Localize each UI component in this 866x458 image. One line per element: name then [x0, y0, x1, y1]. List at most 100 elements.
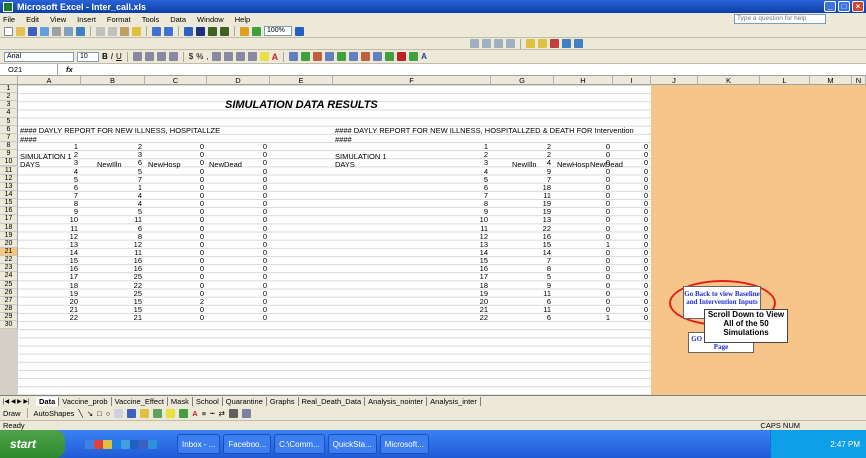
menu-format[interactable]: Format — [107, 15, 131, 24]
row-header[interactable]: 24 — [0, 272, 18, 281]
align-right-icon[interactable] — [156, 52, 166, 61]
tab-navigation-arrows[interactable]: |◀ ◀ ▶ ▶| — [0, 398, 36, 405]
row-header[interactable]: 27 — [0, 296, 18, 306]
send-icon[interactable] — [574, 39, 583, 48]
textbox-icon[interactable] — [114, 408, 124, 418]
comma-icon[interactable]: , — [206, 52, 208, 61]
maximize-button[interactable]: □ — [838, 1, 850, 12]
menu-tools[interactable]: Tools — [142, 15, 160, 24]
row-header[interactable]: 21 — [0, 248, 18, 257]
quicklaunch-icon[interactable] — [112, 439, 121, 449]
row-header[interactable]: 20 — [0, 239, 18, 248]
italic-icon[interactable]: I — [111, 52, 113, 61]
column-header[interactable]: I — [613, 76, 651, 85]
align-left-icon[interactable] — [132, 52, 142, 61]
row-header[interactable]: 28 — [0, 305, 18, 314]
save-icon[interactable] — [28, 26, 37, 36]
left-data-cell[interactable]: 0 — [217, 313, 267, 322]
chart-icon[interactable] — [301, 52, 311, 61]
clipart-icon[interactable] — [140, 408, 150, 418]
sort-ascending-icon[interactable] — [208, 26, 217, 36]
permission-icon[interactable] — [40, 26, 49, 36]
paste-icon[interactable] — [120, 26, 129, 36]
row-header[interactable]: 9 — [0, 150, 18, 159]
start-button[interactable]: start — [0, 430, 65, 458]
row-header[interactable]: 18 — [0, 223, 18, 232]
open-icon[interactable] — [16, 26, 25, 36]
chart-icon[interactable] — [337, 52, 347, 61]
comment-icon[interactable] — [526, 39, 535, 48]
column-header[interactable]: A — [18, 76, 81, 85]
hyperlink-icon[interactable] — [184, 26, 193, 36]
column-header[interactable]: B — [81, 76, 145, 85]
task-microsoft[interactable]: Microsoft... — [379, 434, 429, 454]
left-data-cell[interactable]: 0 — [154, 313, 204, 322]
borders-icon[interactable] — [247, 52, 257, 61]
currency-icon[interactable]: $ — [189, 52, 193, 61]
quicklaunch-icon[interactable] — [121, 439, 130, 449]
copy-icon[interactable] — [108, 26, 117, 36]
chart-icon[interactable] — [397, 52, 407, 61]
picture-icon[interactable] — [153, 408, 163, 418]
bold-icon[interactable]: B — [102, 52, 108, 61]
tab-analysis-inter[interactable]: Analysis_inter — [427, 396, 481, 406]
row-header[interactable]: 10 — [0, 158, 18, 167]
quicklaunch-icon[interactable] — [148, 439, 157, 449]
delete-comment-icon[interactable] — [550, 39, 559, 48]
column-header[interactable]: G — [491, 76, 554, 85]
row-header[interactable]: 19 — [0, 231, 18, 240]
chart-icon[interactable] — [289, 52, 299, 61]
row-header[interactable]: 2 — [0, 93, 18, 102]
row-header[interactable]: 4 — [0, 109, 18, 118]
quicklaunch-icon[interactable] — [139, 439, 148, 449]
column-header[interactable]: E — [270, 76, 333, 85]
row-header[interactable]: 22 — [0, 256, 18, 265]
menu-window[interactable]: Window — [197, 15, 224, 24]
line-style-icon[interactable]: ≡ — [202, 409, 206, 418]
row-header[interactable]: 7 — [0, 133, 18, 143]
row-header[interactable]: 26 — [0, 288, 18, 297]
font-color-icon[interactable]: A — [272, 52, 279, 62]
help-search-input[interactable]: Type a question for help — [734, 14, 826, 24]
task-inbox[interactable]: Inbox - ... — [177, 434, 221, 454]
line-color-icon[interactable] — [179, 408, 189, 418]
row-header[interactable]: 29 — [0, 313, 18, 322]
row-header[interactable]: 30 — [0, 321, 18, 330]
drawing-icon[interactable] — [252, 26, 261, 36]
format-painter-icon[interactable] — [132, 26, 141, 36]
task-explorer[interactable]: C:\Comm... — [274, 434, 325, 454]
font-color-icon[interactable]: A — [192, 409, 197, 418]
row-header[interactable]: 15 — [0, 199, 18, 208]
print-icon[interactable] — [52, 26, 61, 36]
arrow-style-icon[interactable]: ⇄ — [219, 409, 225, 418]
menu-file[interactable]: File — [3, 15, 15, 24]
row-header[interactable]: 5 — [0, 117, 18, 126]
quicklaunch-icon[interactable] — [85, 439, 94, 449]
draw-menu[interactable]: Draw — [3, 409, 21, 418]
redo-icon[interactable] — [164, 26, 173, 36]
tab-mask[interactable]: Mask — [168, 396, 193, 406]
task-facebook[interactable]: Faceboo... — [223, 434, 272, 454]
decrease-decimal-icon[interactable] — [223, 52, 233, 61]
column-header[interactable]: C — [145, 76, 207, 85]
close-button[interactable]: × — [852, 1, 864, 12]
chart-icon[interactable] — [361, 52, 371, 61]
underline-icon[interactable]: U — [116, 52, 122, 61]
minimize-button[interactable]: _ — [824, 1, 836, 12]
left-data-cell[interactable]: 21 — [92, 313, 142, 322]
tab-graphs[interactable]: Graphs — [267, 396, 299, 406]
column-header[interactable]: M — [810, 76, 852, 85]
menu-view[interactable]: View — [50, 15, 66, 24]
chart-icon[interactable] — [349, 52, 359, 61]
quicklaunch-icon[interactable] — [94, 439, 103, 449]
menu-help[interactable]: Help — [235, 15, 250, 24]
tab-analysis-nointer[interactable]: Analysis_nointer — [365, 396, 428, 406]
tab-vaccine-prob[interactable]: Vaccine_prob — [59, 396, 112, 406]
row-header[interactable]: 8 — [0, 142, 18, 151]
column-header[interactable]: H — [554, 76, 613, 85]
column-header[interactable]: J — [651, 76, 698, 85]
row-header[interactable]: 17 — [0, 215, 18, 224]
shadow-icon[interactable] — [228, 408, 238, 418]
undo-icon[interactable] — [152, 26, 161, 36]
row-header[interactable]: 3 — [0, 101, 18, 110]
